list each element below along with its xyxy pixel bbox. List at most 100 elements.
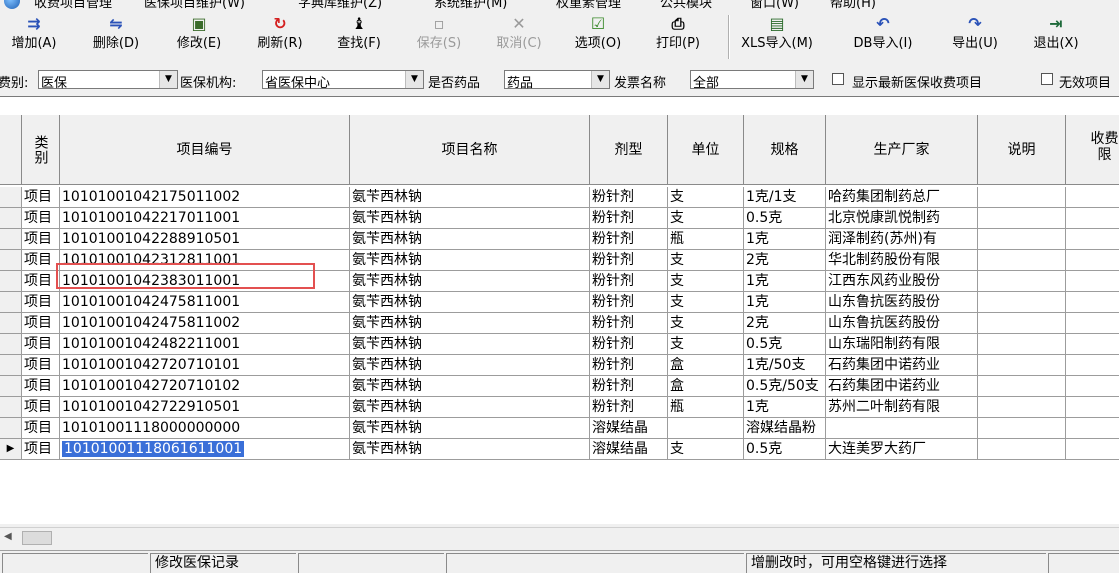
cell-category[interactable]: 项目	[22, 334, 60, 355]
cell-category[interactable]: 项目	[22, 208, 60, 229]
row-indicator[interactable]	[0, 376, 22, 397]
cell-name[interactable]: 氨苄西林钠	[350, 334, 590, 355]
cell-category[interactable]: 项目	[22, 187, 60, 208]
col-header-dosage-form[interactable]: 剂型	[590, 115, 668, 185]
cell-unit[interactable]: 支	[668, 292, 744, 313]
menu-item-common[interactable]: 公共模块	[660, 0, 712, 11]
row-indicator[interactable]	[0, 418, 22, 439]
cell-spec[interactable]: 0.5克	[744, 439, 826, 460]
row-indicator[interactable]	[0, 208, 22, 229]
cell-code[interactable]: 10101001042383011001	[60, 271, 350, 292]
cell-note[interactable]	[978, 208, 1066, 229]
cell-fee-limit[interactable]	[1066, 439, 1119, 460]
row-indicator[interactable]	[0, 313, 22, 334]
cell-unit[interactable]: 支	[668, 187, 744, 208]
cell-name[interactable]: 氨苄西林钠	[350, 292, 590, 313]
cell-name[interactable]: 氨苄西林钠	[350, 208, 590, 229]
modify-button[interactable]: ▣ 修改(E)	[172, 13, 226, 63]
add-button[interactable]: ⇉ 增加(A)	[10, 13, 58, 63]
row-indicator[interactable]	[0, 355, 22, 376]
cancel-button[interactable]: ✕ 取消(C)	[492, 13, 546, 63]
table-row[interactable]: 项目 10101001042217011001 氨苄西林钠 粉针剂支 0.5克 北京悦康凯…	[0, 208, 1119, 229]
table-row[interactable]: 项目 10101001042475811002 氨苄西林钠 粉针剂支 2克 山东鲁抗医药股…	[0, 313, 1119, 334]
cell-spec[interactable]: 2克	[744, 250, 826, 271]
cell-unit[interactable]: 支	[668, 313, 744, 334]
cell-dosage-form[interactable]: 粉针剂	[590, 355, 668, 376]
cell-dosage-form[interactable]: 粉针剂	[590, 313, 668, 334]
cell-manufacturer[interactable]: 华北制药股份有限	[826, 250, 978, 271]
invalid-items-checkbox[interactable]	[1041, 73, 1053, 85]
cell-spec[interactable]: 1克	[744, 397, 826, 418]
show-latest-checkbox[interactable]	[832, 73, 844, 85]
col-header-unit[interactable]: 单位	[668, 115, 744, 185]
row-indicator[interactable]	[0, 292, 22, 313]
cell-category[interactable]: 项目	[22, 376, 60, 397]
cell-dosage-form[interactable]: 粉针剂	[590, 229, 668, 250]
cell-dosage-form[interactable]: 溶媒结晶	[590, 439, 668, 460]
cell-spec[interactable]: 0.5克	[744, 334, 826, 355]
cell-manufacturer[interactable]: 北京悦康凯悦制药	[826, 208, 978, 229]
cell-fee-limit[interactable]	[1066, 334, 1119, 355]
cell-dosage-form[interactable]: 粉针剂	[590, 187, 668, 208]
exit-button[interactable]: ⇥ 退出(X)	[1028, 13, 1084, 63]
delete-button[interactable]: ⇋ 删除(D)	[90, 13, 142, 63]
col-header-name[interactable]: 项目名称	[350, 115, 590, 185]
cell-name[interactable]: 氨苄西林钠	[350, 250, 590, 271]
save-button[interactable]: ▫ 保存(S)	[412, 13, 466, 63]
cell-fee-limit[interactable]	[1066, 229, 1119, 250]
cell-manufacturer[interactable]: 石药集团中诺药业	[826, 355, 978, 376]
cell-note[interactable]	[978, 229, 1066, 250]
col-header-spec[interactable]: 规格	[744, 115, 826, 185]
cell-fee-limit[interactable]	[1066, 208, 1119, 229]
table-row[interactable]: 项目 10101001042175011002 氨苄西林钠 粉针剂支 1克/1支 哈药集团…	[0, 187, 1119, 208]
scroll-thumb[interactable]	[22, 531, 52, 545]
cell-dosage-form[interactable]: 粉针剂	[590, 397, 668, 418]
table-row[interactable]: 项目 10101001042720710102 氨苄西林钠 粉针剂盒 0.5克/50支石…	[0, 376, 1119, 397]
cell-fee-limit[interactable]	[1066, 271, 1119, 292]
invoice-select[interactable]: 全部 ▼	[690, 70, 814, 91]
cell-unit[interactable]	[668, 418, 744, 439]
cell-code[interactable]: 10101001042217011001	[60, 208, 350, 229]
cell-dosage-form[interactable]: 溶媒结晶	[590, 418, 668, 439]
cell-code[interactable]: 10101001042475811002	[60, 313, 350, 334]
cell-spec[interactable]: 溶媒结晶粉	[744, 418, 826, 439]
cell-spec[interactable]: 1克/50支	[744, 355, 826, 376]
cell-manufacturer[interactable]: 大连美罗大药厂	[826, 439, 978, 460]
cell-unit[interactable]: 支	[668, 271, 744, 292]
cell-manufacturer[interactable]: 江西东风药业股份	[826, 271, 978, 292]
print-button[interactable]: ⎙ 打印(P)	[650, 13, 706, 63]
cell-note[interactable]	[978, 334, 1066, 355]
options-button[interactable]: ☑ 选项(O)	[570, 13, 626, 63]
cell-spec[interactable]: 1克	[744, 229, 826, 250]
table-row[interactable]: 项目 10101001118000000000 氨苄西林钠 溶媒结晶 溶媒结晶粉	[0, 418, 1119, 439]
row-indicator[interactable]	[0, 334, 22, 355]
menu-item-dictionary[interactable]: 字典库维护(Z)	[298, 0, 382, 11]
row-indicator[interactable]: ▶	[0, 439, 22, 460]
cell-spec[interactable]: 2克	[744, 313, 826, 334]
cell-manufacturer[interactable]: 苏州二叶制药有限	[826, 397, 978, 418]
cell-note[interactable]	[978, 397, 1066, 418]
cell-note[interactable]	[978, 292, 1066, 313]
cell-fee-limit[interactable]	[1066, 187, 1119, 208]
scroll-left-icon[interactable]: ◀	[4, 531, 12, 542]
cell-unit[interactable]: 支	[668, 208, 744, 229]
fee-category-select[interactable]: 医保 ▼	[38, 70, 178, 91]
cell-unit[interactable]: 瓶	[668, 397, 744, 418]
cell-category[interactable]: 项目	[22, 292, 60, 313]
table-row[interactable]: 项目 10101001042475811001 氨苄西林钠 粉针剂支 1克 山东鲁抗医药股…	[0, 292, 1119, 313]
cell-code[interactable]: 10101001042720710102	[60, 376, 350, 397]
find-button[interactable]: ♝ 查找(F)	[332, 13, 386, 63]
cell-fee-limit[interactable]	[1066, 355, 1119, 376]
chevron-down-icon[interactable]: ▼	[591, 71, 609, 88]
menu-item-system[interactable]: 系统维护(M)	[434, 0, 507, 11]
col-header-manufacturer[interactable]: 生产厂家	[826, 115, 978, 185]
cell-fee-limit[interactable]	[1066, 313, 1119, 334]
cell-note[interactable]	[978, 313, 1066, 334]
cell-manufacturer[interactable]	[826, 418, 978, 439]
cell-fee-limit[interactable]	[1066, 376, 1119, 397]
cell-fee-limit[interactable]	[1066, 292, 1119, 313]
cell-dosage-form[interactable]: 粉针剂	[590, 292, 668, 313]
cell-dosage-form[interactable]: 粉针剂	[590, 208, 668, 229]
cell-dosage-form[interactable]: 粉针剂	[590, 334, 668, 355]
table-row[interactable]: 项目 10101001042288910501 氨苄西林钠 粉针剂瓶 1克 润泽制药(苏州…	[0, 229, 1119, 250]
